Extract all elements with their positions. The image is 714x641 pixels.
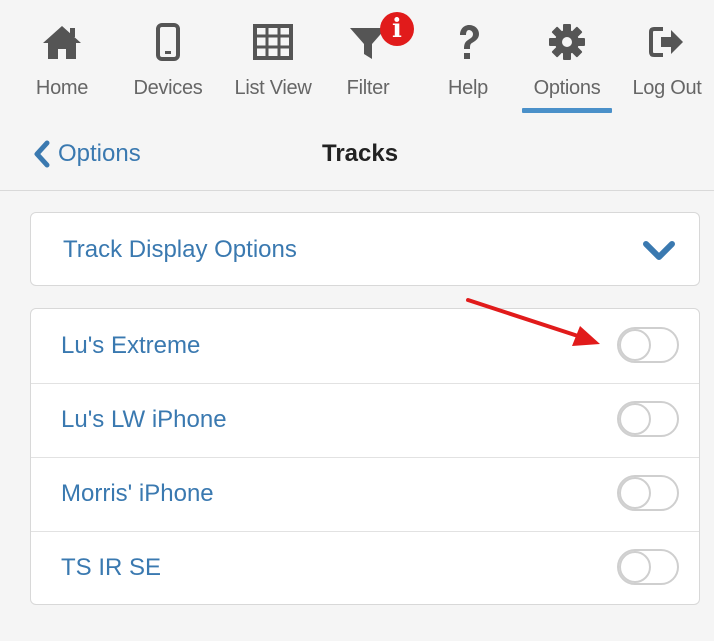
nav-home[interactable]: Home <box>18 0 106 118</box>
nav-home-label: Home <box>35 77 89 99</box>
table-icon <box>251 22 295 62</box>
back-button[interactable]: Options <box>32 137 141 171</box>
gear-icon <box>545 22 589 62</box>
home-icon <box>40 22 84 62</box>
device-name: Morris' iPhone <box>61 480 214 507</box>
device-name: Lu's LW iPhone <box>61 406 227 433</box>
nav-options[interactable]: Options <box>520 0 614 118</box>
toggle-knob <box>619 477 651 509</box>
nav-log-out[interactable]: Log Out <box>620 0 714 118</box>
question-icon <box>446 22 490 62</box>
track-toggle[interactable] <box>617 401 679 437</box>
nav-filter-label: Filter <box>346 77 390 99</box>
nav-help-label: Help <box>448 77 488 99</box>
nav-options-label: Options <box>533 77 601 99</box>
toggle-knob <box>619 329 651 361</box>
device-name: TS IR SE <box>61 554 162 581</box>
track-display-options-accordion[interactable]: Track Display Options <box>30 212 700 286</box>
nav-list-view[interactable]: List View <box>222 0 324 118</box>
page-title: Tracks <box>322 140 399 167</box>
device-name: Lu's Extreme <box>61 332 201 359</box>
device-track-list: Lu's Extreme Lu's LW iPhone Morris' iPho… <box>30 308 700 605</box>
nav-devices-label: Devices <box>133 77 203 99</box>
list-item: TS IR SE <box>31 531 699 604</box>
nav-list-view-label: List View <box>234 77 312 99</box>
toggle-knob <box>619 551 651 583</box>
track-toggle[interactable] <box>617 327 679 363</box>
nav-help[interactable]: Help <box>430 0 506 118</box>
page-header: Options Tracks <box>0 120 714 191</box>
nav-devices[interactable]: Devices <box>118 0 218 118</box>
track-toggle[interactable] <box>617 549 679 585</box>
back-button-label: Options <box>58 140 141 167</box>
chevron-down-icon <box>643 241 675 260</box>
active-tab-indicator <box>522 108 612 113</box>
track-toggle[interactable] <box>617 475 679 511</box>
nav-log-out-label: Log Out <box>632 77 702 99</box>
top-navigation: Home Devices List View Filter i Help Opt… <box>0 0 714 120</box>
track-display-options-label: Track Display Options <box>63 236 297 263</box>
toggle-knob <box>619 403 651 435</box>
logout-icon <box>645 22 689 62</box>
chevron-left-icon <box>34 140 50 168</box>
filter-info-badge: i <box>380 12 414 46</box>
list-item: Morris' iPhone <box>31 457 699 532</box>
phone-icon <box>146 22 190 62</box>
list-item: Lu's LW iPhone <box>31 383 699 458</box>
list-item: Lu's Extreme <box>31 309 699 384</box>
